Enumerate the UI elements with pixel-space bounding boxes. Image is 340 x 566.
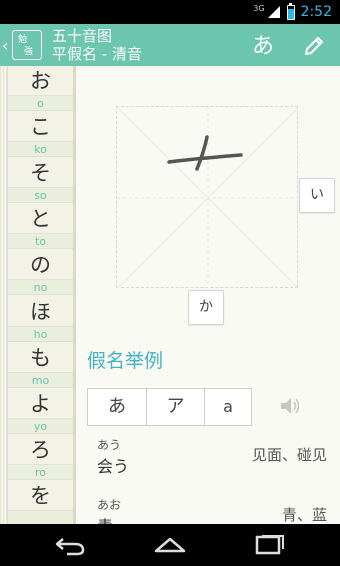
kana-char: の (30, 253, 51, 278)
logo-char-1: 勉 (18, 35, 28, 45)
kana-list-item[interactable]: の no (8, 250, 73, 296)
kana-romaji: o (8, 95, 73, 111)
kana-list-item[interactable]: おo (8, 66, 73, 112)
stroke-1 (167, 153, 243, 164)
logo-char-2: 強 (24, 47, 34, 57)
kana-char: こ (30, 115, 51, 140)
example-word: 会う (97, 457, 130, 476)
tab-romaji[interactable]: a (204, 388, 252, 426)
example-reading: あお (97, 498, 122, 512)
kana-romaji: yo (8, 417, 73, 434)
kana-romaji: to (8, 233, 73, 250)
kana-char: よ (30, 391, 51, 416)
system-nav-bar (0, 524, 340, 566)
below-kana-button[interactable]: か (188, 290, 224, 325)
example-reading: あう (97, 438, 122, 452)
stroke-2 (195, 135, 209, 171)
kana-list-item[interactable]: も mo (8, 343, 73, 389)
kana-list-item[interactable]: こ ko (8, 112, 73, 158)
kana-char: そ (30, 161, 51, 186)
kana-romaji: ko (8, 141, 73, 158)
writing-canvas[interactable] (116, 106, 299, 289)
next-kana-button[interactable]: い (299, 178, 335, 213)
recent-apps-icon[interactable] (253, 533, 287, 557)
kana-list-item[interactable]: そ so (8, 158, 73, 204)
kana-char: と (30, 207, 51, 232)
tab-hiragana[interactable]: あ (87, 388, 147, 426)
home-icon[interactable] (153, 533, 187, 557)
example-word: 青 (97, 513, 113, 524)
kana-list-item[interactable]: ろ ro (8, 435, 73, 481)
battery-icon (286, 2, 295, 20)
kana-list-item[interactable]: よ yo (8, 389, 73, 435)
pencil-icon[interactable] (302, 34, 326, 58)
kana-char: お (30, 69, 51, 93)
speaker-icon[interactable] (279, 396, 301, 416)
kana-list-item[interactable]: を (8, 481, 73, 524)
signal-icon (267, 6, 280, 18)
kana-list-item[interactable]: と to (8, 204, 73, 250)
kana-char: も (30, 345, 51, 370)
example-item[interactable]: あう 会う 见面、碰见 (87, 436, 327, 480)
kana-romaji: ro (8, 463, 73, 480)
example-item[interactable]: あお 青 青、蓝 (87, 496, 327, 524)
kana-romaji: ho (8, 325, 73, 342)
tab-katakana[interactable]: ア (146, 388, 205, 426)
status-bar: 3G 2:52 (0, 0, 340, 24)
script-tabs: あ ア a (87, 388, 252, 426)
back-icon[interactable] (53, 533, 87, 557)
kana-romaji: mo (8, 371, 73, 388)
list-edge (73, 66, 76, 524)
kana-char: ろ (30, 437, 51, 462)
app-logo[interactable]: 勉 強 (12, 30, 42, 60)
kana-romaji (8, 509, 73, 524)
page-title: 五十音图 (52, 27, 113, 45)
kana-romaji: no (8, 279, 73, 296)
section-title: 假名举例 (87, 350, 164, 372)
page-subtitle: 平假名 - 清音 (52, 45, 142, 63)
up-chevron-icon[interactable]: ‹ (2, 36, 12, 55)
clock: 2:52 (300, 4, 332, 20)
network-type: 3G (253, 3, 265, 13)
kana-toggle-button[interactable]: あ (252, 28, 274, 60)
example-meaning: 青、蓝 (281, 506, 327, 524)
example-meaning: 见面、碰见 (251, 446, 327, 464)
title-block: 五十音图 平假名 - 清音 (52, 27, 142, 63)
list-strip (0, 66, 8, 524)
kana-char: ほ (30, 299, 51, 324)
kana-list-item[interactable]: ほ ho (8, 297, 73, 343)
action-bar: ‹ 勉 強 五十音图 平假名 - 清音 あ (0, 24, 340, 66)
kana-char: を (30, 483, 51, 508)
kana-list[interactable]: お o こ ko そ so と to の no ほ ho も mo よ yo ろ ro を (0, 66, 76, 524)
canvas-guides (117, 107, 299, 289)
kana-romaji: so (8, 187, 73, 204)
content-area: お o こ ko そ so と to の no ほ ho も mo よ yo ろ ro を い か 假名举例 あ ア… (0, 66, 340, 524)
